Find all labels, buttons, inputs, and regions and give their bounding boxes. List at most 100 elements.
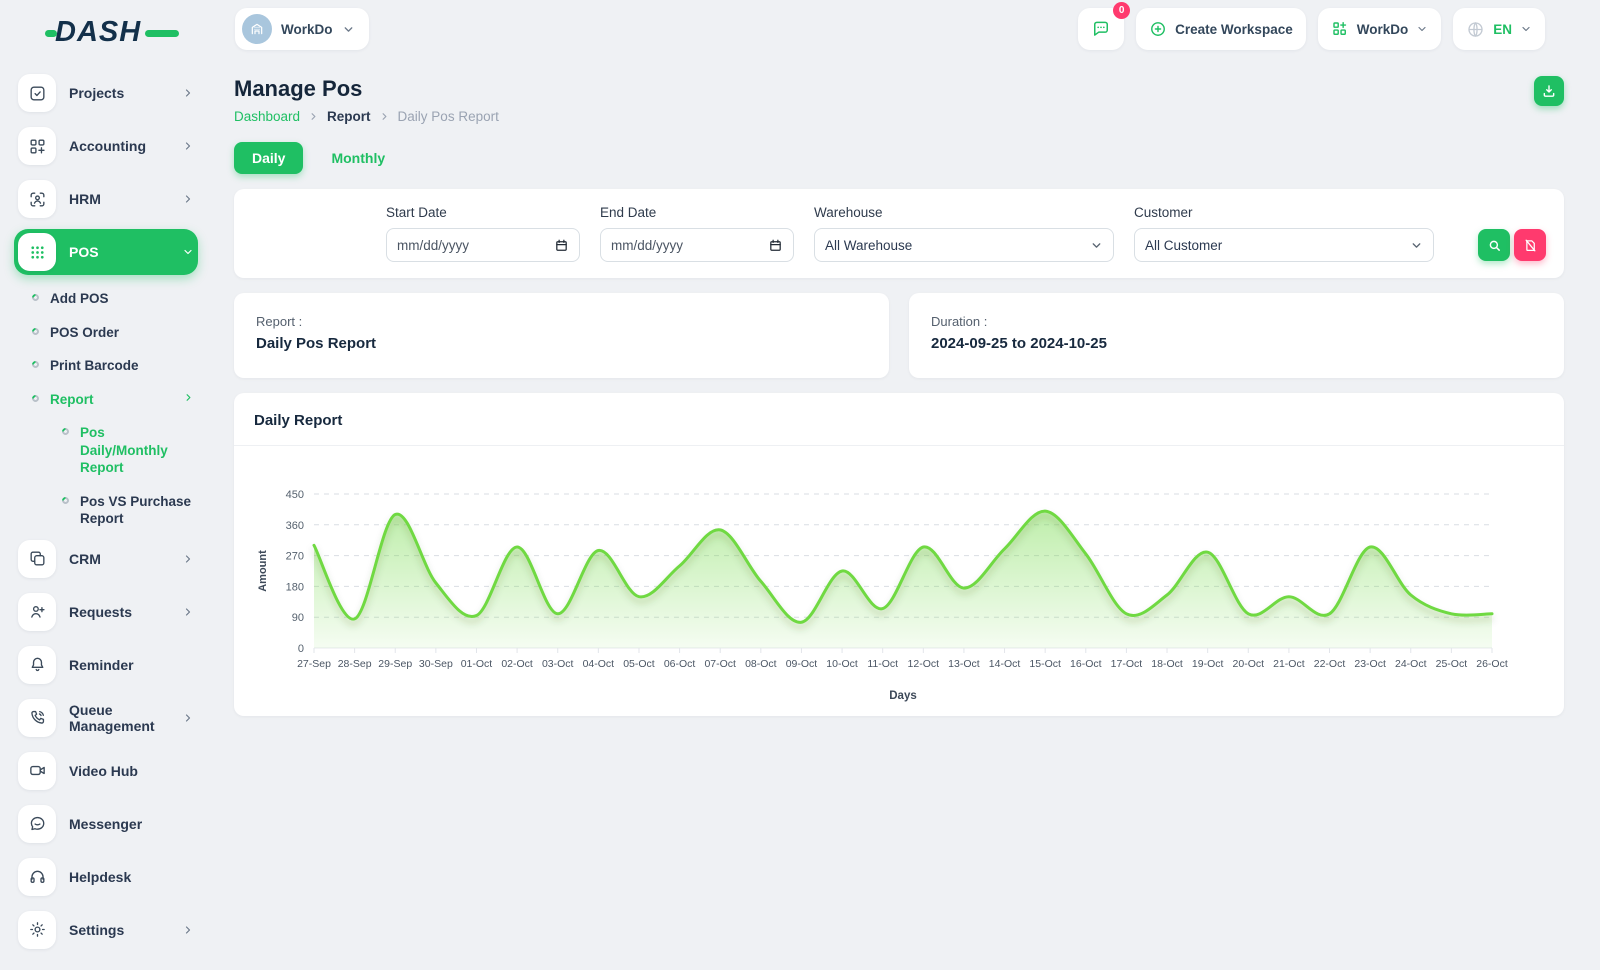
logo-accent-bar — [145, 30, 179, 37]
logo[interactable]: DASH — [55, 16, 165, 49]
report-summary-card: Report : Daily Pos Report — [234, 293, 889, 378]
tab-monthly[interactable]: Monthly — [313, 142, 403, 174]
sidebar-item-accounting[interactable]: Accounting — [14, 123, 198, 169]
clear-filter-icon — [1523, 238, 1538, 253]
svg-text:25-Oct: 25-Oct — [1436, 658, 1468, 670]
sidebar-item-video-hub[interactable]: Video Hub — [14, 748, 198, 794]
sidebar-item-queue-management[interactable]: Queue Management — [14, 695, 198, 741]
svg-text:03-Oct: 03-Oct — [542, 658, 574, 670]
calendar-icon[interactable] — [554, 238, 569, 253]
svg-text:02-Oct: 02-Oct — [501, 658, 533, 670]
chart-title: Daily Report — [254, 412, 342, 429]
customer-field-group: Customer All Customer — [1134, 205, 1434, 262]
duration-label: Duration : — [931, 314, 1542, 329]
bullet-icon — [61, 495, 71, 505]
sidebar-item-helpdesk[interactable]: Helpdesk — [14, 854, 198, 900]
pos-submenu: Add POS POS Order Print Barcode Report P… — [14, 282, 198, 536]
submenu-item-pos-daily-monthly-report[interactable]: Pos Daily/Monthly Report — [58, 416, 198, 485]
chevron-down-icon — [1090, 239, 1103, 252]
svg-text:08-Oct: 08-Oct — [745, 658, 777, 670]
start-date-input[interactable]: mm/dd/yyyy — [386, 228, 580, 262]
svg-text:Days: Days — [889, 690, 917, 702]
svg-text:180: 180 — [286, 581, 304, 593]
breadcrumb-dashboard-link[interactable]: Dashboard — [234, 109, 300, 124]
duration-value: 2024-09-25 to 2024-10-25 — [931, 335, 1542, 352]
logo-accent-dot — [45, 30, 57, 37]
download-report-button[interactable] — [1534, 76, 1564, 106]
warehouse-label: Warehouse — [814, 205, 1114, 220]
breadcrumb-report[interactable]: Report — [327, 109, 371, 124]
svg-text:22-Oct: 22-Oct — [1314, 658, 1346, 670]
svg-text:05-Oct: 05-Oct — [623, 658, 655, 670]
breadcrumb: Dashboard Report Daily Pos Report — [234, 109, 499, 124]
create-workspace-button[interactable]: Create Workspace — [1136, 8, 1306, 50]
dots-grid-icon — [18, 233, 56, 271]
sidebar-item-requests[interactable]: Requests — [14, 589, 198, 635]
language-label: EN — [1493, 22, 1512, 37]
chevron-right-icon — [183, 392, 194, 403]
bell-icon — [18, 646, 56, 684]
svg-text:26-Oct: 26-Oct — [1476, 658, 1508, 670]
topbar-actions: 0 Create Workspace WorkDo EN — [1078, 8, 1545, 50]
chevron-right-icon — [182, 87, 194, 99]
workspace-switcher[interactable]: WorkDo — [1318, 8, 1442, 50]
svg-text:15-Oct: 15-Oct — [1029, 658, 1061, 670]
workspace-name: WorkDo — [281, 22, 333, 37]
svg-text:90: 90 — [292, 612, 304, 624]
tab-daily[interactable]: Daily — [234, 142, 303, 174]
sidebar-item-messenger[interactable]: Messenger — [14, 801, 198, 847]
filter-actions — [1478, 229, 1546, 261]
sidebar-item-projects[interactable]: Projects — [14, 70, 198, 116]
top-header: DASH WorkDo 0 Create Workspace WorkDo — [0, 0, 1600, 58]
svg-text:07-Oct: 07-Oct — [704, 658, 736, 670]
submenu-item-pos-vs-purchase-report[interactable]: Pos VS Purchase Report — [58, 485, 198, 536]
svg-text:04-Oct: 04-Oct — [583, 658, 615, 670]
submenu-item-add-pos[interactable]: Add POS — [28, 282, 198, 316]
submenu-item-report[interactable]: Report — [28, 383, 198, 417]
workspace-selector[interactable]: WorkDo — [235, 8, 369, 50]
cards-icon — [18, 540, 56, 578]
bullet-icon — [61, 427, 71, 437]
svg-text:17-Oct: 17-Oct — [1111, 658, 1143, 670]
chevron-right-icon — [182, 712, 194, 724]
daily-report-area-chart[interactable]: 09018027036045027-Sep28-Sep29-Sep30-Sep0… — [234, 446, 1564, 706]
apply-filter-button[interactable] — [1478, 229, 1510, 261]
bullet-icon — [31, 393, 41, 403]
report-period-tabs: Daily Monthly — [234, 142, 1564, 174]
clear-filter-button[interactable] — [1514, 229, 1546, 261]
submenu-item-print-barcode[interactable]: Print Barcode — [28, 349, 198, 383]
chevron-down-icon — [342, 23, 355, 36]
sidebar: Projects Accounting HRM POS — [0, 58, 212, 970]
submenu-item-pos-order[interactable]: POS Order — [28, 316, 198, 350]
chat-icon — [18, 805, 56, 843]
warehouse-field-group: Warehouse All Warehouse — [814, 205, 1114, 262]
plus-circle-icon — [1149, 20, 1167, 38]
language-selector[interactable]: EN — [1453, 8, 1545, 50]
bullet-icon — [31, 293, 41, 303]
workspace-switcher-label: WorkDo — [1357, 22, 1409, 37]
grid-plus-icon — [18, 127, 56, 165]
end-date-input[interactable]: mm/dd/yyyy — [600, 228, 794, 262]
chart-card-header: Daily Report — [234, 393, 1564, 446]
messages-button[interactable]: 0 — [1078, 8, 1124, 50]
sidebar-item-crm[interactable]: CRM — [14, 536, 198, 582]
sidebar-item-reminder[interactable]: Reminder — [14, 642, 198, 688]
calendar-icon[interactable] — [768, 238, 783, 253]
svg-text:0: 0 — [298, 643, 304, 655]
sidebar-item-pos[interactable]: POS — [14, 229, 198, 275]
report-submenu: Pos Daily/Monthly Report Pos VS Purchase… — [28, 416, 198, 536]
chevron-right-icon — [182, 553, 194, 565]
filter-card: Start Date mm/dd/yyyy End Date mm/dd/yyy… — [234, 189, 1564, 278]
chevron-right-icon — [182, 924, 194, 936]
warehouse-select[interactable]: All Warehouse — [814, 228, 1114, 262]
customer-select[interactable]: All Customer — [1134, 228, 1434, 262]
svg-text:21-Oct: 21-Oct — [1273, 658, 1305, 670]
bullet-icon — [31, 360, 41, 370]
svg-text:20-Oct: 20-Oct — [1233, 658, 1265, 670]
sidebar-item-settings[interactable]: Settings — [14, 907, 198, 953]
chevron-right-icon — [182, 140, 194, 152]
sidebar-item-hrm[interactable]: HRM — [14, 176, 198, 222]
chevron-down-icon — [182, 246, 194, 258]
breadcrumb-current: Daily Pos Report — [398, 109, 499, 124]
svg-text:Amount: Amount — [257, 550, 269, 592]
